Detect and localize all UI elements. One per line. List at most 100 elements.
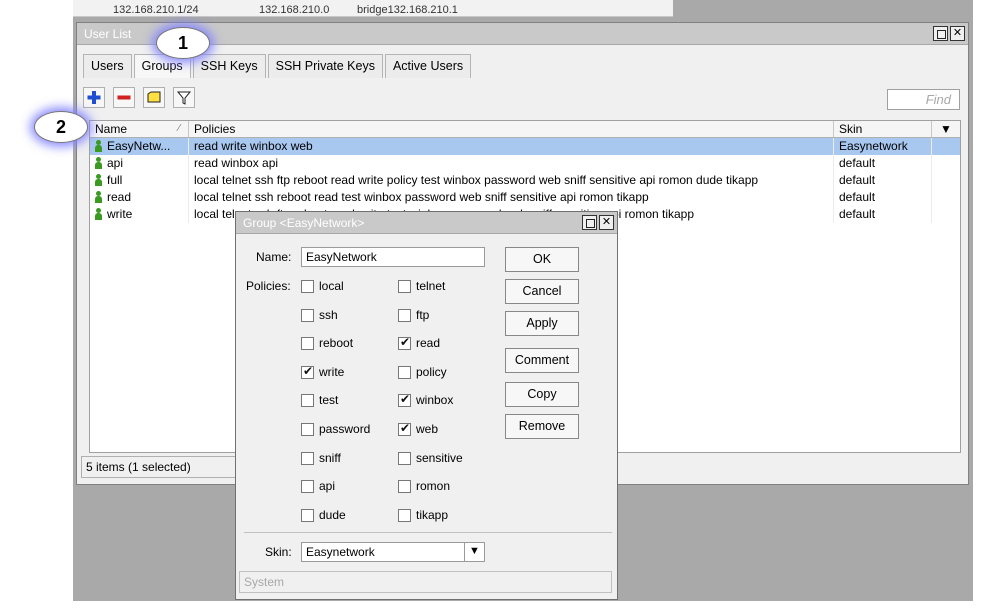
checkbox-label-api[interactable]: api <box>319 479 335 493</box>
remove-button[interactable]: Remove <box>505 414 579 439</box>
close-icon[interactable]: ✕ <box>599 215 614 230</box>
checkbox-sensitive[interactable] <box>398 451 411 465</box>
checkbox-label-ssh[interactable]: ssh <box>319 308 338 322</box>
checkbox-label-local[interactable]: local <box>319 279 344 293</box>
row-name: full <box>107 173 123 187</box>
checkbox-winbox[interactable] <box>398 392 411 408</box>
checkbox-tikapp[interactable] <box>398 508 411 522</box>
checkbox-label-reboot[interactable]: reboot <box>319 336 353 350</box>
table-row[interactable]: full local telnet ssh ftp reboot read wr… <box>90 172 960 189</box>
tab-ssh-keys[interactable]: SSH Keys <box>192 54 266 78</box>
user-group-icon <box>95 140 102 152</box>
checkbox-web[interactable] <box>398 421 411 436</box>
row-name: read <box>107 190 132 204</box>
copy-button[interactable]: Copy <box>505 382 579 407</box>
window-title: User List <box>84 27 132 41</box>
row-skin: default <box>834 206 932 223</box>
row-name: EasyNetw... <box>107 139 171 153</box>
row-policies: local telnet ssh ftp reboot read write p… <box>189 172 834 189</box>
checkbox-label-ftp[interactable]: ftp <box>416 308 429 322</box>
bg-interface: bridge132.168.210.1 <box>357 4 458 16</box>
filter-icon <box>176 91 192 105</box>
checkbox-dude[interactable] <box>301 508 314 522</box>
row-policies: read winbox api <box>189 155 834 172</box>
checkbox-label-dude[interactable]: dude <box>319 508 346 522</box>
tab-bar: Users Groups SSH Keys SSH Private Keys A… <box>83 54 473 78</box>
checkbox-label-winbox[interactable]: winbox <box>416 393 453 407</box>
cancel-button[interactable]: Cancel <box>505 279 579 304</box>
callout-2: 2 <box>34 111 88 143</box>
tab-users[interactable]: Users <box>83 54 132 78</box>
table-row[interactable]: read local telnet ssh reboot read test w… <box>90 189 960 206</box>
checkbox-local[interactable] <box>301 280 314 293</box>
checkbox-password[interactable] <box>301 423 314 436</box>
checkbox-label-sensitive[interactable]: sensitive <box>416 451 463 465</box>
checkbox-label-telnet[interactable]: telnet <box>416 279 445 293</box>
column-menu-button[interactable]: ▼ <box>932 121 960 137</box>
checkbox-sniff[interactable] <box>301 451 314 465</box>
checkbox-label-sniff[interactable]: sniff <box>319 451 341 465</box>
dialog-title: Group <EasyNetwork> <box>243 216 365 230</box>
column-header-skin[interactable]: Skin <box>834 121 932 137</box>
row-name: write <box>107 207 133 221</box>
tab-active-users[interactable]: Active Users <box>384 54 472 78</box>
sort-icon: ⁄ <box>178 123 180 134</box>
user-group-icon <box>95 174 102 186</box>
name-label: Name: <box>256 250 292 264</box>
checkbox-romon[interactable] <box>398 480 411 494</box>
plus-icon <box>87 91 101 104</box>
note-icon <box>147 91 161 103</box>
checkbox-test[interactable] <box>301 394 314 408</box>
policies-label: Policies: <box>246 279 291 293</box>
row-skin: default <box>834 155 932 172</box>
find-input[interactable]: Find <box>887 89 960 110</box>
bg-network: 132.168.210.0 <box>259 4 330 16</box>
chevron-down-icon: ▼ <box>940 122 952 136</box>
add-button[interactable] <box>83 87 105 108</box>
checkbox-ssh[interactable] <box>301 308 314 322</box>
name-field[interactable]: EasyNetwork <box>301 247 485 267</box>
checkbox-label-password[interactable]: password <box>319 422 370 436</box>
tab-ssh-private-keys[interactable]: SSH Private Keys <box>267 54 383 78</box>
checkbox-label-test[interactable]: test <box>319 393 338 407</box>
row-name: api <box>107 156 124 170</box>
checkbox-ftp[interactable] <box>398 308 411 322</box>
checkbox-api[interactable] <box>301 480 314 494</box>
checkbox-read[interactable] <box>398 335 411 351</box>
ok-button[interactable]: OK <box>505 247 579 272</box>
user-group-icon <box>95 157 102 169</box>
row-skin: default <box>834 172 932 189</box>
checkbox-label-write[interactable]: write <box>319 365 344 379</box>
checkbox-label-policy[interactable]: policy <box>416 365 447 379</box>
checkbox-reboot[interactable] <box>301 337 314 351</box>
filter-button[interactable] <box>173 87 195 108</box>
checkbox-write[interactable] <box>301 364 314 379</box>
status-bar: 5 items (1 selected) <box>81 456 236 478</box>
table-row[interactable]: EasyNetw... read write winbox web Easyne… <box>90 138 960 155</box>
table-row[interactable]: api read winbox api default <box>90 155 960 172</box>
checkbox-telnet[interactable] <box>398 280 411 293</box>
checkbox-policy[interactable] <box>398 365 411 379</box>
checkbox-label-read[interactable]: read <box>416 336 440 350</box>
column-header-policies[interactable]: Policies <box>189 121 834 137</box>
maximize-icon[interactable] <box>582 215 597 230</box>
comment-button[interactable]: Comment <box>505 348 579 373</box>
checkbox-label-tikapp[interactable]: tikapp <box>416 508 448 522</box>
remove-button[interactable] <box>113 87 135 108</box>
dialog-titlebar[interactable]: Group <EasyNetwork> ✕ <box>236 212 617 234</box>
user-group-icon <box>95 191 102 203</box>
window-titlebar[interactable]: User List ✕ <box>77 23 968 45</box>
skin-select[interactable]: Easynetwork <box>301 542 485 562</box>
close-icon[interactable]: ✕ <box>950 26 965 41</box>
skin-dropdown-icon[interactable]: ▼ <box>464 542 484 562</box>
skin-value: Easynetwork <box>306 545 375 559</box>
apply-button[interactable]: Apply <box>505 311 579 336</box>
comment-button[interactable] <box>143 87 165 108</box>
checkbox-label-romon[interactable]: romon <box>416 479 450 493</box>
row-skin: Easynetwork <box>834 138 932 155</box>
column-header-name[interactable]: Name ⁄ <box>90 121 189 137</box>
maximize-icon[interactable] <box>933 26 948 41</box>
callout-1: 1 <box>156 27 210 59</box>
table-header: Name ⁄ Policies Skin ▼ <box>90 121 960 138</box>
checkbox-label-web[interactable]: web <box>416 422 438 436</box>
